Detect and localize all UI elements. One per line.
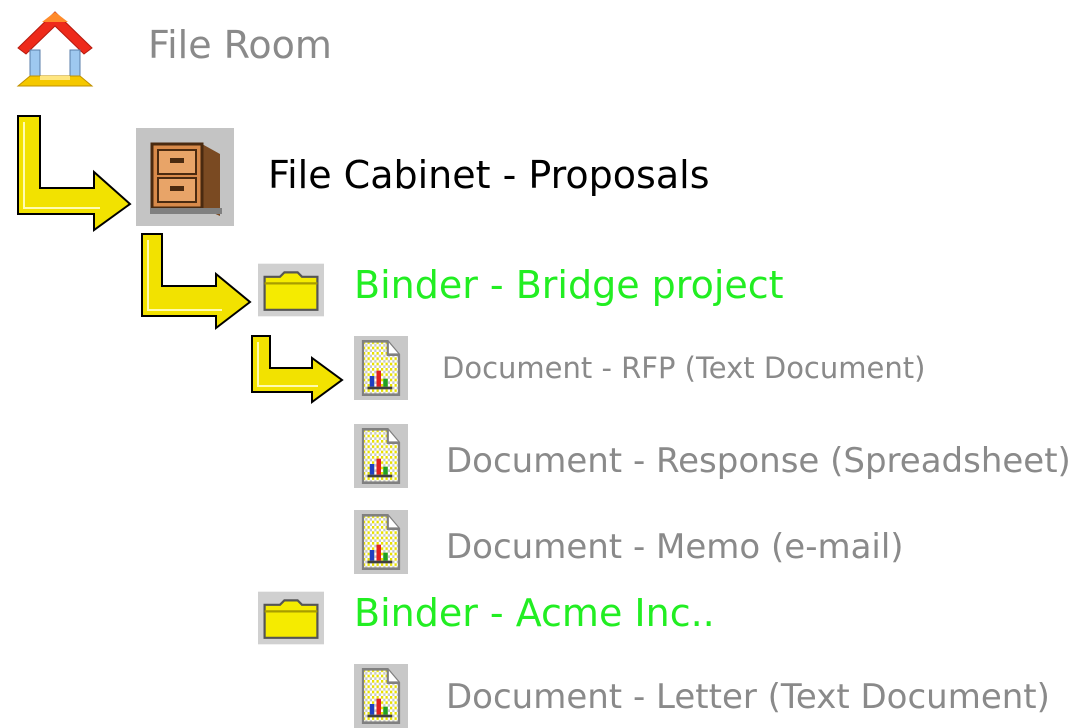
- doc-memo-label[interactable]: Document - Memo (e-mail): [446, 530, 904, 564]
- file-cabinet-label[interactable]: File Cabinet - Proposals: [268, 156, 710, 194]
- file-cabinet-icon[interactable]: [136, 128, 234, 226]
- file-room-label[interactable]: File Room: [148, 26, 332, 64]
- folder-icon[interactable]: [258, 590, 324, 646]
- binder-bridge-label[interactable]: Binder - Bridge project: [354, 266, 784, 304]
- doc-response-label[interactable]: Document - Response (Spreadsheet): [446, 444, 1071, 478]
- document-icon[interactable]: [354, 664, 408, 728]
- arrow-cabinet-to-binder: [141, 233, 252, 331]
- binder-acme-label[interactable]: Binder - Acme Inc..: [354, 594, 715, 632]
- doc-rfp-label[interactable]: Document - RFP (Text Document): [442, 354, 925, 383]
- doc-letter-label[interactable]: Document - Letter (Text Document): [446, 680, 1050, 714]
- document-icon[interactable]: [354, 336, 408, 400]
- document-icon[interactable]: [354, 510, 408, 574]
- arrow-binder-to-document: [251, 335, 344, 404]
- home-icon[interactable]: [12, 6, 98, 92]
- arrow-room-to-cabinet: [17, 115, 132, 232]
- folder-icon[interactable]: [258, 262, 324, 318]
- document-icon[interactable]: [354, 424, 408, 488]
